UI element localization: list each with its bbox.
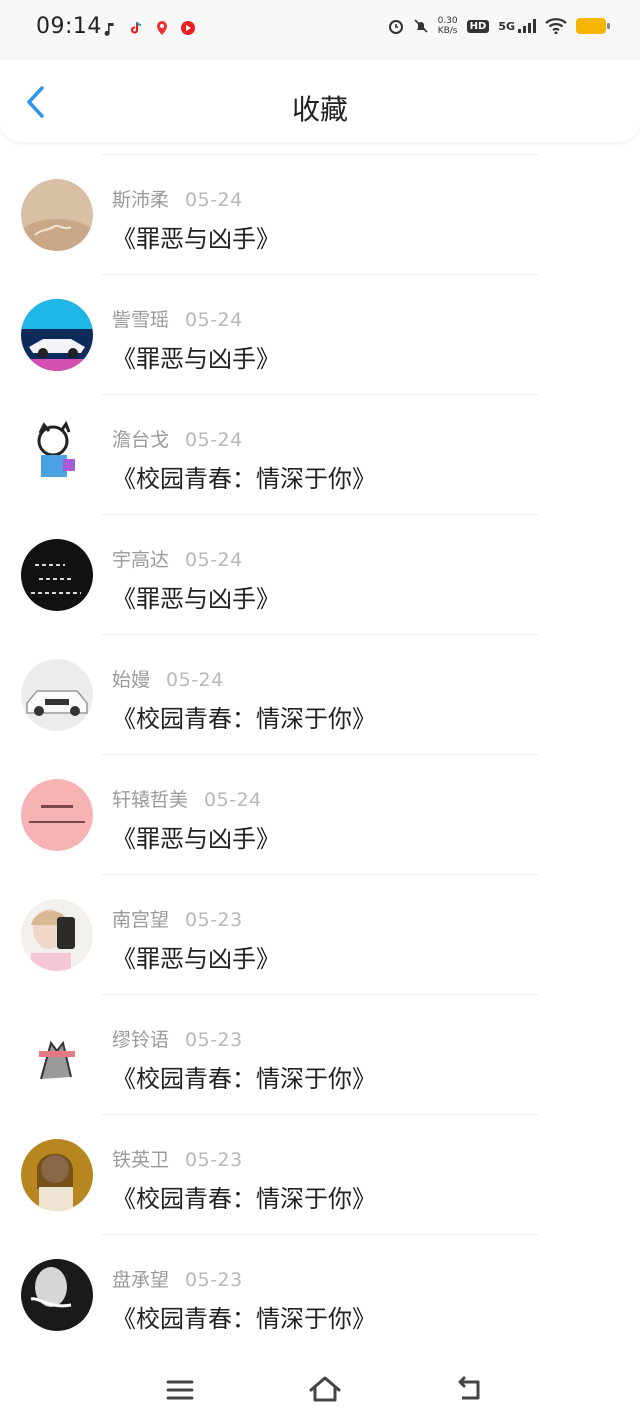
item-meta: 轩辕哲美 05-24 (112, 785, 262, 812)
alarm-icon (388, 20, 403, 34)
avatar (21, 299, 93, 371)
hd-badge: HD (466, 19, 490, 33)
item-meta: 訾雪瑶 05-24 (112, 305, 243, 332)
item-date: 05-23 (185, 909, 243, 931)
page-title: 收藏 (291, 93, 348, 126)
item-date: 05-24 (185, 429, 243, 451)
list-item[interactable]: 铁英卫 05-23 《校园青春：情深于你》 (0, 1115, 640, 1234)
item-meta: 南宫望 05-23 (112, 905, 243, 932)
item-title: 《罪恶与凶手》 (112, 945, 280, 973)
item-meta: 缪铃语 05-23 (112, 1025, 243, 1052)
menu-icon[interactable] (160, 1370, 200, 1410)
item-title: 《校园青春：情深于你》 (112, 1305, 376, 1333)
avatar (21, 539, 93, 611)
avatar (21, 899, 93, 971)
item-date: 05-24 (185, 189, 243, 211)
list-item[interactable]: 訾雪瑶 05-24 《罪恶与凶手》 (0, 275, 640, 394)
item-meta: 宇高达 05-24 (112, 545, 243, 572)
user-name: 南宫望 (112, 909, 170, 931)
bottom-nav (0, 1353, 640, 1427)
net-speed: 0.30 KB/s (438, 16, 458, 36)
net-speed-unit: KB/s (437, 26, 458, 36)
signal-indicator: 5G (498, 19, 536, 33)
user-name: 宇高达 (112, 549, 170, 571)
list-item[interactable]: 宇高达 05-24 《罪恶与凶手》 (0, 515, 640, 634)
item-title: 《罪恶与凶手》 (112, 585, 280, 613)
video-app-icon (181, 21, 195, 35)
list-item[interactable]: 缪铃语 05-23 《校园青春：情深于你》 (0, 995, 640, 1114)
item-date: 05-24 (185, 549, 243, 571)
avatar (21, 1019, 93, 1091)
item-title: 《罪恶与凶手》 (112, 825, 280, 853)
item-meta: 铁英卫 05-23 (112, 1145, 243, 1172)
list-item[interactable]: 澹台戈 05-24 《校园青春：情深于你》 (0, 395, 640, 514)
signal-label: 5G (498, 20, 515, 33)
item-meta: 盘承望 05-23 (112, 1265, 243, 1292)
user-name: 訾雪瑶 (112, 309, 170, 331)
list-item[interactable]: 始嫚 05-24 《校园青春：情深于你》 (0, 635, 640, 754)
item-title: 《校园青春：情深于你》 (112, 1065, 376, 1093)
notification-icons (102, 20, 196, 36)
avatar (21, 179, 93, 251)
item-meta: 始嫚 05-24 (112, 665, 224, 692)
return-icon[interactable] (450, 1370, 490, 1410)
tiktok-icon (131, 21, 142, 34)
battery-icon (576, 18, 610, 34)
header: 收藏 (0, 60, 640, 142)
status-bar: 09:14 0.30 KB/s HD 5G (0, 0, 640, 60)
map-pin-icon (157, 21, 167, 35)
avatar (21, 1139, 93, 1211)
user-name: 铁英卫 (112, 1149, 170, 1171)
item-title: 《校园青春：情深于你》 (112, 1185, 376, 1213)
item-title: 《校园青春：情深于你》 (112, 705, 376, 733)
avatar (21, 419, 93, 491)
item-meta: 澹台戈 05-24 (112, 425, 243, 452)
item-date: 05-24 (166, 669, 224, 691)
user-name: 始嫚 (112, 669, 151, 691)
avatar (21, 779, 93, 851)
user-name: 轩辕哲美 (112, 789, 189, 811)
user-name: 盘承望 (112, 1269, 170, 1291)
item-date: 05-23 (185, 1029, 243, 1051)
item-date: 05-24 (204, 789, 262, 811)
item-title: 《校园青春：情深于你》 (112, 465, 376, 493)
item-date: 05-24 (185, 309, 243, 331)
avatar (21, 659, 93, 731)
list-item[interactable]: 南宫望 05-23 《罪恶与凶手》 (0, 875, 640, 994)
list-item[interactable]: 轩辕哲美 05-24 《罪恶与凶手》 (0, 755, 640, 874)
item-title: 《罪恶与凶手》 (112, 225, 280, 253)
mute-bell-icon (414, 19, 428, 33)
wifi-icon (545, 18, 567, 34)
list-item[interactable]: 斯沛柔 05-24 《罪恶与凶手》 (0, 155, 640, 274)
item-date: 05-23 (185, 1269, 243, 1291)
status-time: 09:14 (36, 14, 102, 39)
net-speed-value: 0.30 (437, 16, 458, 26)
user-name: 缪铃语 (112, 1029, 170, 1051)
item-title: 《罪恶与凶手》 (112, 345, 280, 373)
home-icon[interactable] (305, 1370, 345, 1410)
user-name: 澹台戈 (112, 429, 170, 451)
favorites-list: 斯沛柔 05-24 《罪恶与凶手》 訾雪瑶 05-24 《罪恶与凶手》 澹台戈 05-… (0, 150, 640, 1355)
list-item[interactable]: 盘承望 05-23 《校园青春：情深于你》 (0, 1235, 640, 1354)
music-icon (104, 23, 114, 36)
system-status-icons: 0.30 KB/s HD 5G (388, 16, 610, 36)
avatar (21, 1259, 93, 1331)
signal-bars-icon (518, 19, 536, 33)
item-meta: 斯沛柔 05-24 (112, 185, 243, 212)
item-date: 05-23 (185, 1149, 243, 1171)
user-name: 斯沛柔 (112, 189, 170, 211)
